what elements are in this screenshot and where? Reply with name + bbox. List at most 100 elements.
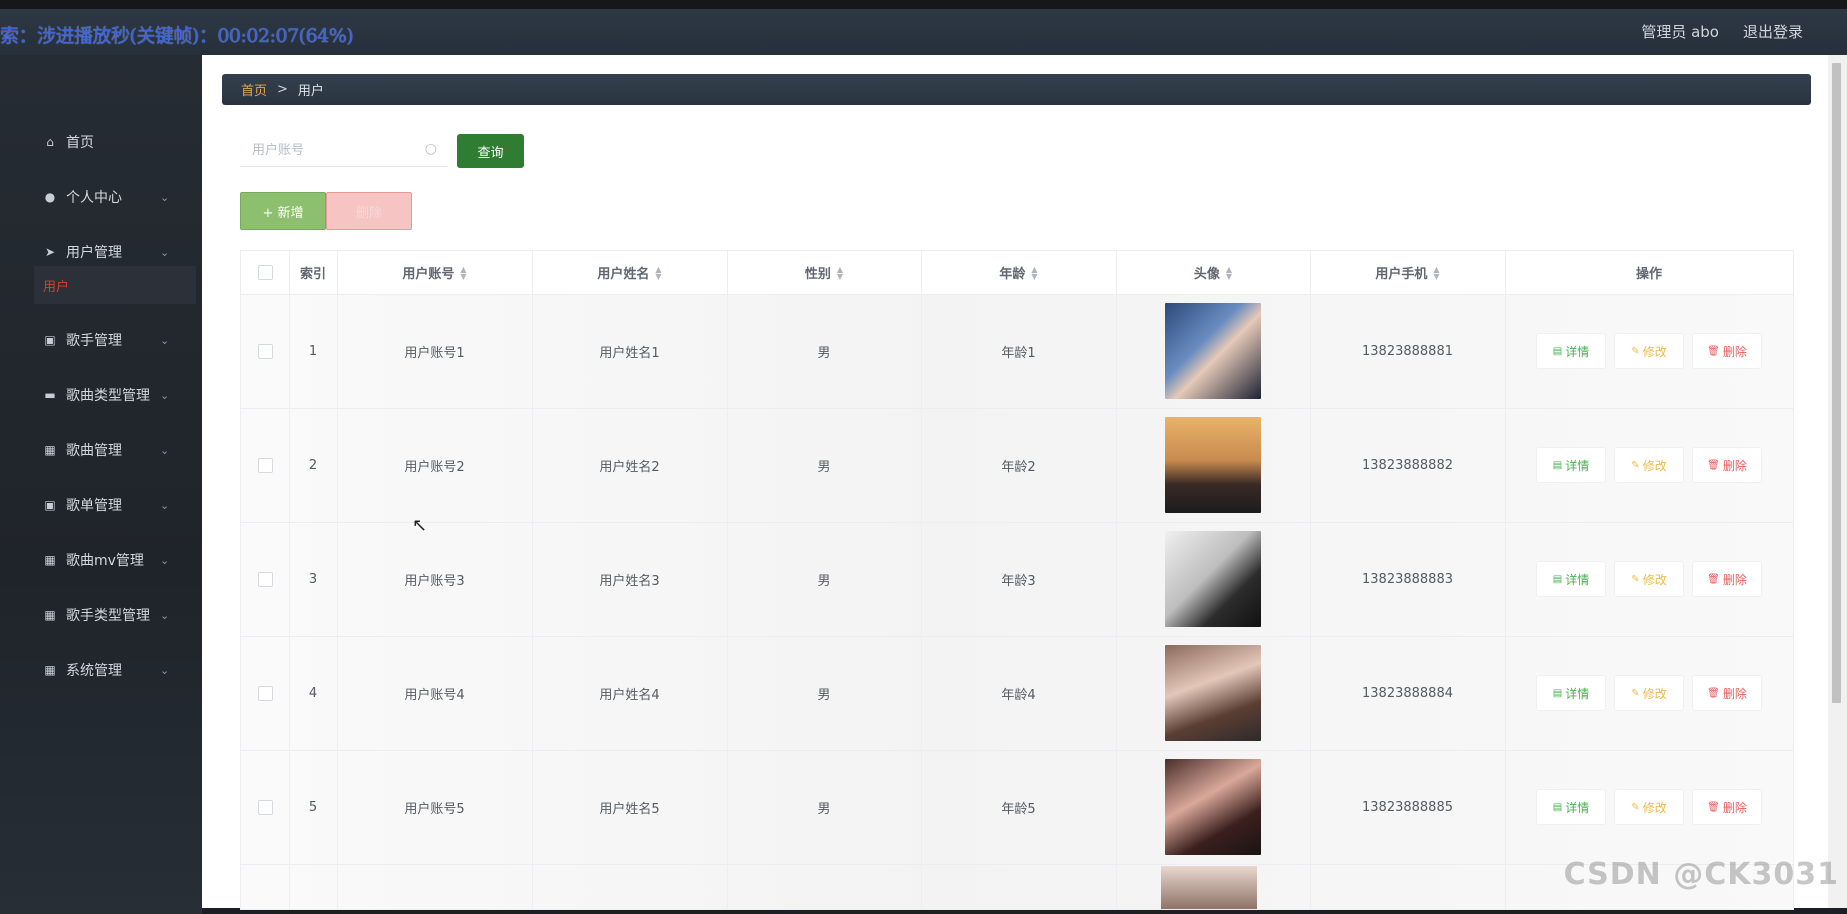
search-input[interactable] xyxy=(250,141,424,159)
query-button[interactable]: 查询 xyxy=(457,134,524,168)
edit-button[interactable]: ✎ 修改 xyxy=(1614,447,1684,483)
avatar xyxy=(1161,866,1257,909)
user-icon: ● xyxy=(44,190,56,204)
detail-icon: ▤ xyxy=(1552,801,1563,813)
sidebar-item-8[interactable]: ▦ 歌手类型管理 ⌄ xyxy=(0,595,202,635)
row-checkbox[interactable] xyxy=(257,343,273,359)
chevron-down-icon: ⌄ xyxy=(160,388,170,402)
table-row: 4 用户账号4 用户姓名4 男年龄4 13823888884 ▤ 详情 ✎ 修改 🗑 删除 xyxy=(241,636,1793,751)
chevron-down-icon: ⌄ xyxy=(160,663,170,677)
sidebar-item-0[interactable]: ⌂ 首页 xyxy=(0,122,202,162)
header-name-label: 用户姓名 xyxy=(597,267,650,282)
delete-button[interactable]: 🗑 删除 xyxy=(1692,447,1762,483)
sidebar: 用户 ⌂ 首页 ● 个人中心 ⌄ ➤ 用户管理 ⌄ ▣ 歌手管理 ⌄ ▬ 歌曲类型管理 ⌄ ▦ 歌曲管理 ⌄ ▣ 歌… xyxy=(0,55,202,914)
clipboard-icon: ▣ xyxy=(44,333,56,347)
cell-age: 年龄1 xyxy=(1001,345,1036,361)
delete-button-label: 删除 xyxy=(1722,344,1747,359)
detail-icon: ▤ xyxy=(1552,345,1563,357)
detail-icon: ▤ xyxy=(1552,459,1563,471)
grid-icon: ▦ xyxy=(44,608,56,622)
header-phone-label: 用户手机 xyxy=(1375,267,1428,282)
header-account[interactable]: 用户账号 ▲ ▼ xyxy=(337,251,532,294)
header-phone[interactable]: 用户手机 ▲ ▼ xyxy=(1310,251,1505,294)
detail-button[interactable]: ▤ 详情 xyxy=(1536,447,1606,483)
row-checkbox[interactable] xyxy=(257,685,273,701)
row-checkbox-cell[interactable] xyxy=(241,636,289,750)
delete-button[interactable]: 🗑 删除 xyxy=(1692,675,1762,711)
main-content: 首页 > 用户 ○ 查询 + 新增 删除 索引 用户账号 ▲▼ 用户姓名 ▲▼ 性别… xyxy=(202,55,1828,910)
cell-phone: 13823888884 xyxy=(1362,685,1453,701)
sidebar-item-label: 歌曲mv管理 xyxy=(66,553,144,569)
delete-button[interactable]: 🗑 删除 xyxy=(1692,789,1762,825)
sidebar-item-6[interactable]: ▣ 歌单管理 ⌄ xyxy=(0,485,202,525)
header-avatar[interactable]: 头像 ▲ ▼ xyxy=(1116,251,1310,294)
cell-ops: ▤ 详情 ✎ 修改 🗑 删除 xyxy=(1505,522,1793,636)
delete-button-label: 删除 xyxy=(1722,800,1747,815)
header-age[interactable]: 年龄 ▲ ▼ xyxy=(921,251,1116,294)
edit-icon: ✎ xyxy=(1631,459,1640,471)
home-icon: ⌂ xyxy=(46,135,54,149)
header-gender[interactable]: 性别 ▲ ▼ xyxy=(727,251,921,294)
avatar xyxy=(1165,531,1261,627)
delete-icon: 🗑 xyxy=(1707,801,1720,813)
avatar xyxy=(1165,417,1261,513)
sort-icon[interactable]: ▲ ▼ xyxy=(655,265,661,280)
detail-button-label: 详情 xyxy=(1565,686,1590,701)
video-overlay-text: 索：涉进播放秒(关键帧)：00:02:07(64%) xyxy=(0,25,354,47)
row-checkbox[interactable] xyxy=(257,457,273,473)
sidebar-item-9[interactable]: ▦ 系统管理 ⌄ xyxy=(0,650,202,690)
scrollbar-thumb[interactable] xyxy=(1832,63,1841,703)
detail-button-label: 详情 xyxy=(1565,800,1590,815)
sidebar-item-4[interactable]: ▬ 歌曲类型管理 ⌄ xyxy=(0,375,202,415)
sort-icon[interactable]: ▲ ▼ xyxy=(1226,265,1232,280)
row-checkbox-cell[interactable] xyxy=(241,522,289,636)
detail-button[interactable]: ▤ 详情 xyxy=(1536,333,1606,369)
mouse-cursor-icon: ↖ xyxy=(412,515,428,536)
header-name[interactable]: 用户姓名 ▲ ▼ xyxy=(532,251,727,294)
edit-button[interactable]: ✎ 修改 xyxy=(1614,675,1684,711)
watermark: CSDN @CK3031 xyxy=(1563,857,1839,892)
grid-icon: ▦ xyxy=(44,443,56,457)
sidebar-item-label: 个人中心 xyxy=(66,190,122,206)
edit-button-label: 修改 xyxy=(1642,344,1667,359)
logout-link[interactable]: 退出登录 xyxy=(1743,21,1803,42)
batch-delete-button[interactable]: 删除 xyxy=(326,192,412,230)
breadcrumb-home-link[interactable]: 首页 xyxy=(241,80,267,99)
detail-button[interactable]: ▤ 详情 xyxy=(1536,561,1606,597)
sidebar-item-label: 用户管理 xyxy=(66,245,122,261)
clipboard-icon: ▣ xyxy=(44,498,56,512)
edit-button[interactable]: ✎ 修改 xyxy=(1614,561,1684,597)
sort-icon[interactable]: ▲ ▼ xyxy=(837,265,843,280)
cell-name: 用户姓名1 xyxy=(599,345,660,361)
sidebar-item-7[interactable]: ▦ 歌曲mv管理 ⌄ xyxy=(0,540,202,580)
sort-icon[interactable]: ▲ ▼ xyxy=(1031,265,1037,280)
delete-icon: 🗑 xyxy=(1707,345,1720,357)
table-row: 1 用户账号1 用户姓名1 男年龄1 13823888881 ▤ 详情 ✎ 修改 🗑 删除 xyxy=(241,294,1793,409)
delete-button-label: 删除 xyxy=(1722,458,1747,473)
row-checkbox-cell[interactable] xyxy=(241,750,289,864)
edit-icon: ✎ xyxy=(1631,345,1640,357)
row-checkbox-cell[interactable] xyxy=(241,294,289,408)
detail-button[interactable]: ▤ 详情 xyxy=(1536,675,1606,711)
cell-phone: 13823888885 xyxy=(1362,799,1453,815)
edit-button[interactable]: ✎ 修改 xyxy=(1614,789,1684,825)
cell-account: 用户账号4 xyxy=(404,687,465,703)
add-button[interactable]: + 新增 xyxy=(240,192,326,230)
select-all-checkbox[interactable] xyxy=(257,265,273,280)
sidebar-item-3[interactable]: ▣ 歌手管理 ⌄ xyxy=(0,320,202,360)
row-checkbox-cell[interactable] xyxy=(241,408,289,522)
sidebar-item-5[interactable]: ▦ 歌曲管理 ⌄ xyxy=(0,430,202,470)
cell-account: 用户账号3 xyxy=(404,573,465,589)
sidebar-item-1[interactable]: ● 个人中心 ⌄ xyxy=(0,177,202,217)
sidebar-item-2[interactable]: ➤ 用户管理 ⌄ xyxy=(0,232,202,272)
delete-button[interactable]: 🗑 删除 xyxy=(1692,561,1762,597)
delete-button-label: 删除 xyxy=(1722,686,1747,701)
page-scrollbar[interactable] xyxy=(1828,55,1847,908)
delete-button[interactable]: 🗑 删除 xyxy=(1692,333,1762,369)
row-checkbox[interactable] xyxy=(257,571,273,587)
row-checkbox[interactable] xyxy=(257,799,273,815)
detail-button[interactable]: ▤ 详情 xyxy=(1536,789,1606,825)
edit-button[interactable]: ✎ 修改 xyxy=(1614,333,1684,369)
sort-icon[interactable]: ▲ ▼ xyxy=(1433,265,1439,280)
sort-icon[interactable]: ▲ ▼ xyxy=(460,265,466,280)
